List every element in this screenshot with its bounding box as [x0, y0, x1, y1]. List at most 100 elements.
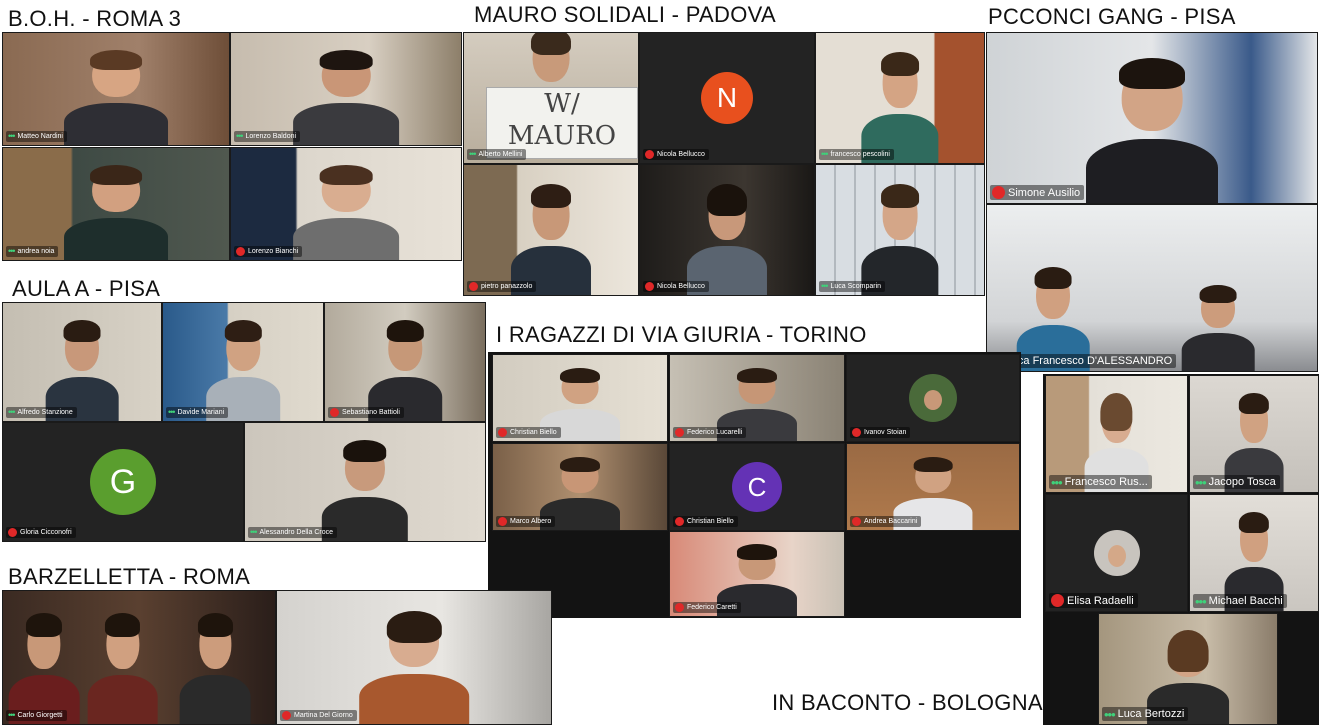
more-icon[interactable]: •••: [236, 132, 244, 141]
more-icon[interactable]: •••: [821, 150, 829, 159]
video-tile[interactable]: Elisa Radaelli: [1045, 494, 1188, 612]
mic-muted-icon: [645, 282, 654, 291]
more-icon[interactable]: •••: [469, 150, 477, 159]
more-icon[interactable]: •••: [168, 408, 176, 417]
mic-muted-icon: [236, 247, 245, 256]
video-tile[interactable]: ••• Carlo Giorgetti: [2, 590, 276, 725]
participant-name: Alberto Mellini: [478, 151, 523, 158]
group-title-baconto: IN BACONTO - BOLOGNA: [772, 690, 1043, 715]
group-title-boh: B.O.H. - ROMA 3: [8, 6, 182, 31]
participant-name: Simone Ausilio: [1008, 186, 1081, 199]
mic-muted-icon: [469, 282, 478, 291]
participant-name: Nicola Bellucco: [657, 283, 705, 290]
mic-muted-icon: [852, 428, 861, 437]
video-tile[interactable]: ••• Luca Bertozzi: [1098, 613, 1278, 725]
more-icon[interactable]: •••: [1195, 595, 1207, 608]
video-tile[interactable]: •••Luca Francesco D'ALESSANDRO: [986, 204, 1318, 372]
avatar: G: [90, 449, 156, 515]
mic-muted-icon: [675, 603, 684, 612]
participant-name: Martina Del Giorno: [294, 712, 353, 719]
video-tile[interactable]: ••• francesco pescolini: [815, 32, 985, 164]
participant-name: Christian Biello: [510, 429, 557, 436]
video-tile[interactable]: ••• Davide Mariani: [162, 302, 324, 422]
video-tile[interactable]: pietro panazzolo: [463, 164, 639, 296]
group-title-aula: AULA A - PISA: [12, 276, 161, 301]
video-tile[interactable]: Martina Del Giorno: [276, 590, 552, 725]
participant-name: Sebastiano Battioli: [342, 409, 400, 416]
participant-name: Nicola Bellucco: [657, 151, 705, 158]
participant-name: Luca Bertozzi: [1117, 708, 1185, 720]
video-tile[interactable]: G Gloria Cicconofri: [2, 422, 244, 542]
participant-name: Federico Lucarelli: [687, 429, 743, 436]
participant-name: Jacopo Tosca: [1208, 476, 1276, 488]
video-tile[interactable]: Nicola Bellucco: [639, 164, 815, 296]
mic-muted-icon: [645, 150, 654, 159]
participant-name: francesco pescolini: [830, 151, 890, 158]
mic-muted-icon: [330, 408, 339, 417]
participant-name: Luca Francesco D'ALESSANDRO: [1005, 355, 1173, 367]
video-tile[interactable]: ••• Matteo Nardini: [2, 32, 230, 146]
video-tile[interactable]: Simone Ausilio: [986, 32, 1318, 204]
avatar: C: [732, 462, 782, 512]
more-icon[interactable]: •••: [8, 711, 16, 720]
participant-name: Gloria Cicconofri: [20, 529, 72, 536]
participant-name: Michael Bacchi: [1208, 595, 1283, 607]
participant-name: Davide Mariani: [177, 409, 225, 416]
mic-muted-icon: [675, 517, 684, 526]
video-tile[interactable]: ••• Jacopo Tosca: [1189, 375, 1319, 493]
group-title-pcconci: PCCONCI GANG - PISA: [988, 4, 1236, 29]
participant-name: Marco Albero: [510, 518, 552, 525]
video-tile[interactable]: ••• Lorenzo Baldoni: [230, 32, 462, 146]
video-tile[interactable]: N Nicola Bellucco: [639, 32, 815, 164]
avatar: N: [701, 72, 753, 124]
mic-muted-icon: [498, 517, 507, 526]
participant-name: Ivanov Stoian: [864, 429, 907, 436]
more-icon[interactable]: •••: [821, 282, 829, 291]
video-tile[interactable]: Ivanov Stoian: [846, 354, 1020, 442]
participant-name: pietro panazzolo: [481, 283, 533, 290]
mic-muted-icon: [282, 711, 291, 720]
video-tile[interactable]: ••• Alfredo Stanzione: [2, 302, 162, 422]
video-tile[interactable]: Federico Lucarelli: [669, 354, 845, 442]
more-icon[interactable]: •••: [8, 247, 16, 256]
participant-name: andrea noia: [17, 248, 55, 255]
video-tile[interactable]: ••• Francesco Rus...: [1045, 375, 1188, 493]
participant-name: Lorenzo Bianchi: [248, 248, 299, 255]
participant-name: Christian Biello: [687, 518, 734, 525]
mic-muted-icon: [498, 428, 507, 437]
video-tile[interactable]: W/ MAURO ••• Alberto Mellini: [463, 32, 639, 164]
group-title-giuria: I RAGAZZI DI VIA GIURIA - TORINO: [496, 322, 867, 347]
participant-name: Alfredo Stanzione: [17, 409, 73, 416]
more-icon[interactable]: •••: [250, 528, 258, 537]
participant-name: Luca Scomparin: [830, 283, 882, 290]
more-icon[interactable]: •••: [8, 408, 16, 417]
participant-name: Alessandro Della Croce: [259, 529, 333, 536]
group-title-barzelletta: BARZELLETTA - ROMA: [8, 564, 251, 589]
video-tile[interactable]: ••• Alessandro Della Croce: [244, 422, 486, 542]
video-tile[interactable]: Lorenzo Bianchi: [230, 147, 462, 261]
more-icon[interactable]: •••: [1195, 476, 1207, 489]
participant-name: Carlo Giorgetti: [17, 712, 63, 719]
video-tile[interactable]: ••• Michael Bacchi: [1189, 494, 1319, 612]
video-tile[interactable]: ••• Luca Scomparin: [815, 164, 985, 296]
avatar-photo: [1093, 530, 1140, 576]
group-title-mauro: MAURO SOLIDALI - PADOVA: [474, 2, 776, 27]
mic-muted-icon: [8, 528, 17, 537]
video-tile[interactable]: Andrea Baccarini: [846, 443, 1020, 531]
video-tile[interactable]: ••• andrea noia: [2, 147, 230, 261]
mic-muted-icon: [852, 517, 861, 526]
more-icon[interactable]: •••: [8, 132, 16, 141]
more-icon[interactable]: •••: [1104, 708, 1116, 721]
mic-muted-icon: [675, 428, 684, 437]
mic-muted-icon: [992, 186, 1005, 199]
video-tile[interactable]: Federico Caretti: [669, 531, 845, 617]
video-tile[interactable]: Sebastiano Battioli: [324, 302, 486, 422]
participant-name: Lorenzo Baldoni: [245, 133, 297, 140]
video-tile[interactable]: Christian Biello: [492, 354, 668, 442]
video-tile[interactable]: Marco Albero: [492, 443, 668, 531]
participant-name: Elisa Radaelli: [1067, 594, 1134, 607]
participant-name: Federico Caretti: [687, 604, 737, 611]
video-tile[interactable]: C Christian Biello: [669, 443, 845, 531]
participant-name: Francesco Rus...: [1064, 476, 1148, 488]
more-icon[interactable]: •••: [1051, 476, 1063, 489]
